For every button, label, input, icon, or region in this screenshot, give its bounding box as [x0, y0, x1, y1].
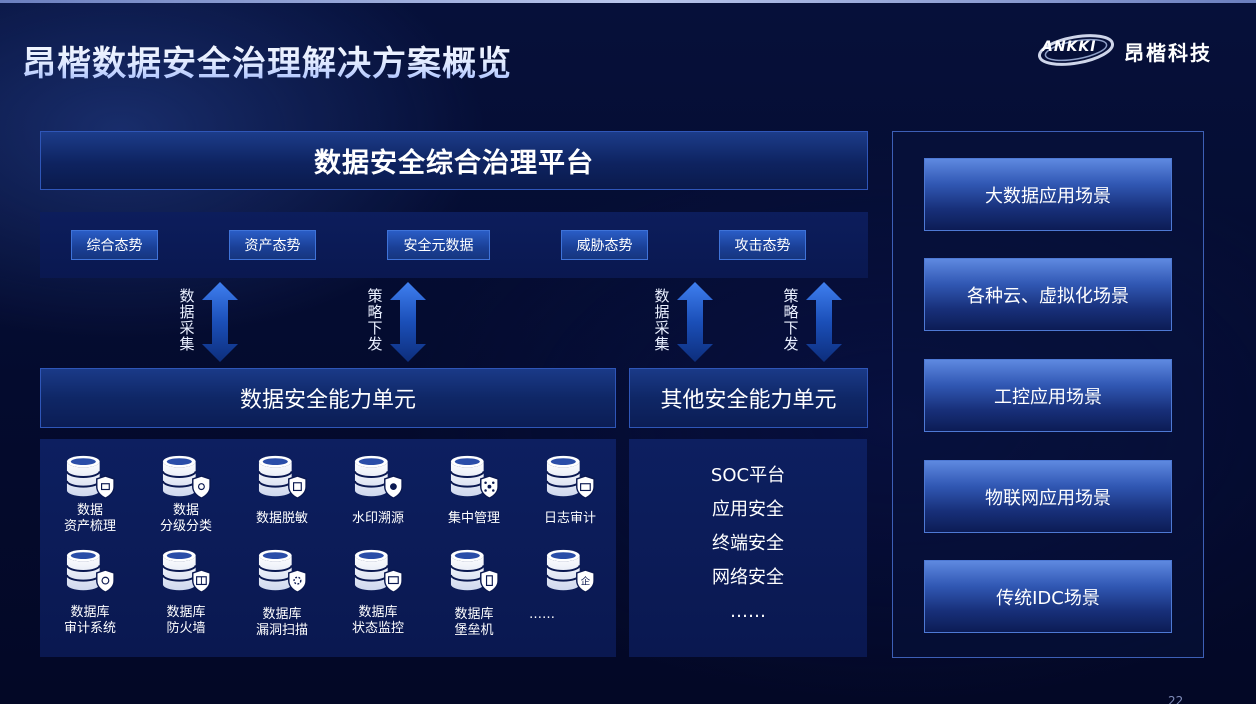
db-monitor-icon	[354, 548, 404, 594]
tile-label: 日志审计	[543, 511, 596, 526]
tile-label: 资产梳理	[63, 519, 116, 534]
db-mask-icon	[258, 454, 308, 500]
db-enterprise-icon: 企	[546, 548, 596, 594]
tile-label: 数据脱敏	[255, 511, 308, 526]
double-arrow-icon	[202, 282, 238, 362]
scenario-panel: 大数据应用场景 各种云、虚拟化场景 工控应用场景 物联网应用场景 传统IDC场景	[892, 131, 1204, 658]
scenario-box: 工控应用场景	[924, 359, 1172, 432]
capability-tile: 数据脱敏	[234, 453, 324, 543]
db-asset-icon	[66, 454, 116, 500]
capability-tile: 企 ……	[522, 547, 612, 637]
scenario-box: 大数据应用场景	[924, 158, 1172, 231]
db-classify-icon	[162, 454, 212, 500]
situation-band: 综合态势 资产态势 安全元数据 威胁态势 攻击态势	[40, 212, 868, 278]
db-scan-icon	[258, 548, 308, 594]
capability-tile: 集中管理	[426, 453, 516, 543]
situation-tag: 资产态势	[229, 230, 316, 260]
page-number: 22	[1168, 694, 1184, 704]
data-unit-header: 数据安全能力单元	[40, 368, 616, 428]
situation-tag: 威胁态势	[561, 230, 648, 260]
db-bastion-icon	[450, 548, 500, 594]
tile-label: 数据库	[166, 605, 206, 620]
capability-tile: 数据库 审计系统	[42, 547, 132, 637]
platform-banner: 数据安全综合治理平台	[40, 131, 868, 190]
tile-label: 分级分类	[159, 519, 212, 534]
other-unit-list: SOC平台 应用安全 终端安全 网络安全 ……	[629, 459, 867, 629]
company-logo: ANKKI 昂楷科技	[1036, 30, 1236, 70]
tile-label: ……	[529, 607, 555, 622]
top-accent-line	[0, 0, 1256, 3]
flow-arrow-group: 数据采集	[653, 282, 733, 362]
other-unit-item: 网络安全	[712, 567, 784, 588]
tile-label: 审计系统	[63, 621, 116, 636]
other-unit-panel: SOC平台 应用安全 终端安全 网络安全 ……	[629, 439, 867, 657]
capability-tile: 数据 资产梳理	[42, 453, 132, 543]
tile-label: 数据	[172, 503, 199, 518]
platform-title: 数据安全综合治理平台	[314, 148, 594, 179]
double-arrow-icon	[677, 282, 713, 362]
capability-tile: 日志审计	[522, 453, 612, 543]
other-unit-item: SOC平台	[710, 465, 786, 486]
tile-label: 水印溯源	[351, 511, 404, 526]
other-unit-item: 应用安全	[712, 499, 784, 520]
capability-tile: 数据 分级分类	[138, 453, 228, 543]
capability-tile: 数据库 状态监控	[330, 547, 420, 637]
tile-label: 堡垒机	[454, 623, 494, 638]
tile-label: 数据库	[70, 605, 110, 620]
db-firewall-icon	[162, 548, 212, 594]
tile-label: 数据库	[262, 607, 302, 622]
flow-arrow-group: 数据采集	[178, 282, 258, 362]
arrow-label: 数据采集	[654, 287, 670, 353]
tile-label: 防火墙	[166, 621, 206, 636]
logo-brand: ANKKI	[1042, 39, 1097, 55]
scenario-box: 传统IDC场景	[924, 560, 1172, 633]
situation-tag: 攻击态势	[719, 230, 806, 260]
situation-tag: 安全元数据	[387, 230, 490, 260]
tile-label: 状态监控	[351, 621, 404, 636]
capability-tile: 数据库 防火墙	[138, 547, 228, 637]
scenario-box: 物联网应用场景	[924, 460, 1172, 533]
flow-arrow-group: 策略下发	[782, 282, 862, 362]
tile-label: 数据	[76, 503, 103, 518]
flow-arrow-group: 策略下发	[366, 282, 446, 362]
scenario-box: 各种云、虚拟化场景	[924, 258, 1172, 331]
arrow-label: 策略下发	[367, 287, 383, 353]
db-central-icon	[450, 454, 500, 500]
situation-tag: 综合态势	[71, 230, 158, 260]
db-watermark-icon	[354, 454, 404, 500]
capability-tile: 数据库 堡垒机	[426, 547, 516, 638]
double-arrow-icon	[806, 282, 842, 362]
tile-label: 漏洞扫描	[255, 623, 308, 638]
logo-text: 昂楷科技	[1124, 41, 1212, 65]
capability-tile: 水印溯源	[330, 453, 420, 543]
capability-tile: 数据库 漏洞扫描	[234, 547, 324, 638]
data-unit-panel: 数据 资产梳理 数据 分级分类 数据脱敏 水印溯源 集中管理 日志审计 数据库 …	[40, 439, 616, 657]
tile-label: 数据库	[358, 605, 398, 620]
enterprise-glyph: 企	[581, 575, 591, 587]
db-log-icon	[546, 454, 596, 500]
double-arrow-icon	[390, 282, 426, 362]
other-unit-header: 其他安全能力单元	[629, 368, 868, 428]
arrow-label: 策略下发	[783, 287, 799, 353]
db-audit-icon	[66, 548, 116, 594]
other-unit-item: 终端安全	[712, 533, 784, 554]
arrow-label: 数据采集	[179, 287, 195, 353]
tile-label: 集中管理	[447, 511, 500, 526]
page-title: 昂楷数据安全治理解决方案概览	[22, 36, 512, 85]
other-unit-item: ……	[730, 601, 766, 622]
